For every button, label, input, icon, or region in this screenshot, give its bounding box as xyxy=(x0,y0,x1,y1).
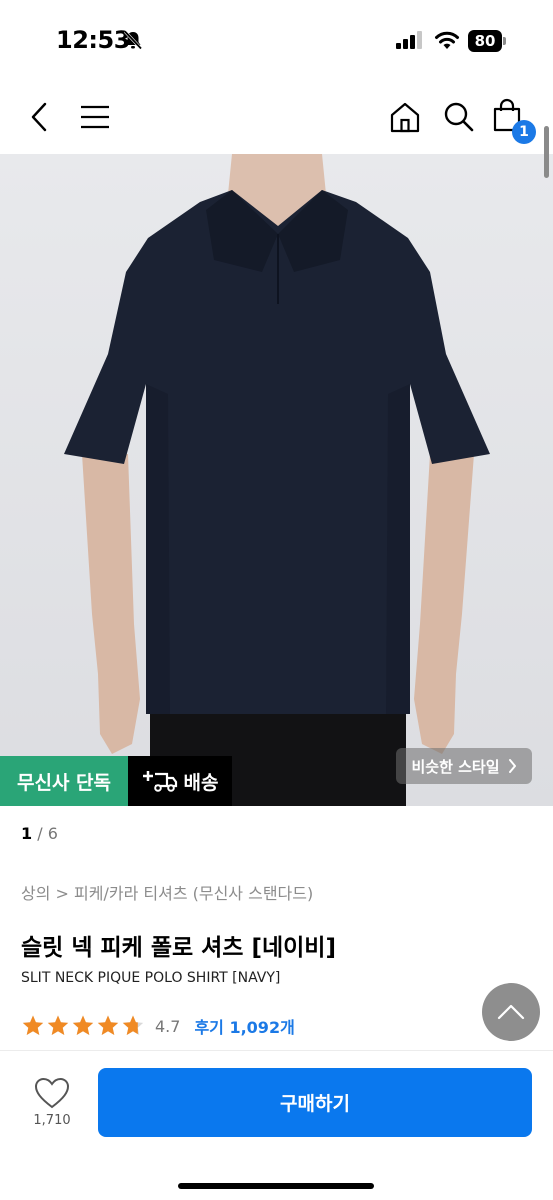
star-icon xyxy=(47,1015,69,1035)
star-icon xyxy=(22,1015,44,1035)
battery-icon: 80 xyxy=(468,30,506,52)
cart-button[interactable]: 1 xyxy=(490,80,538,154)
home-button[interactable] xyxy=(382,80,428,154)
wifi-icon xyxy=(434,30,460,54)
page-scroll-indicator xyxy=(544,126,549,178)
bell-slash-icon xyxy=(122,29,144,55)
breadcrumb[interactable]: 상의 > 피케/카라 티셔츠 (무신사 스탠다드) xyxy=(21,880,313,904)
search-icon xyxy=(444,102,474,132)
cart-count-badge: 1 xyxy=(512,120,536,144)
product-subtitle: SLIT NECK PIQUE POLO SHIRT [NAVY] xyxy=(21,970,281,986)
star-icon xyxy=(122,1015,144,1035)
back-button[interactable] xyxy=(18,80,62,154)
chevron-left-icon xyxy=(31,102,47,132)
heart-icon xyxy=(34,1077,70,1109)
image-counter-total: / 6 xyxy=(32,824,58,843)
like-button[interactable]: 1,710 xyxy=(22,1073,82,1133)
chevron-right-icon xyxy=(508,759,516,773)
rating-score: 4.7 xyxy=(155,1016,181,1036)
hamburger-menu-icon xyxy=(81,105,109,129)
product-image[interactable] xyxy=(0,154,553,806)
rating-stars xyxy=(21,1014,145,1038)
exclusive-badge: 무신사 단독 xyxy=(0,756,128,806)
plus-delivery-truck-icon xyxy=(142,771,177,792)
delivery-badge-label: 배송 xyxy=(183,771,219,794)
search-button[interactable] xyxy=(436,80,482,154)
star-icon xyxy=(97,1015,119,1035)
delivery-badge: 배송 xyxy=(128,756,232,806)
status-time: 12:53 xyxy=(56,26,130,54)
status-bar: 12:53 80 xyxy=(0,0,553,80)
like-count: 1,710 xyxy=(33,1113,71,1128)
buy-button[interactable]: 구매하기 xyxy=(98,1068,532,1137)
similar-style-button[interactable]: 비슷한 스타일 xyxy=(396,748,532,784)
image-counter: 1 / 6 xyxy=(21,824,58,843)
menu-button[interactable] xyxy=(72,80,118,154)
chevron-up-icon xyxy=(497,1004,525,1020)
product-title: 슬릿 넥 피케 폴로 셔츠 [네이비] xyxy=(21,935,336,961)
review-count-link[interactable]: 후기 1,092개 xyxy=(194,1014,294,1038)
home-indicator xyxy=(178,1183,374,1189)
similar-style-label: 비슷한 스타일 xyxy=(411,757,500,776)
image-counter-current: 1 xyxy=(21,824,33,843)
bottom-action-bar: 1,710 구매하기 xyxy=(0,1050,553,1200)
battery-level: 80 xyxy=(468,30,502,52)
cellular-signal-icon xyxy=(396,31,424,53)
polo-shirt-model-photo xyxy=(0,154,553,806)
star-icon xyxy=(72,1015,94,1035)
home-icon xyxy=(390,102,420,133)
top-navigation: 1 xyxy=(0,80,553,154)
rating-row[interactable]: 4.7 후기 1,092개 xyxy=(21,1013,295,1039)
scroll-to-top-button[interactable] xyxy=(482,983,540,1041)
